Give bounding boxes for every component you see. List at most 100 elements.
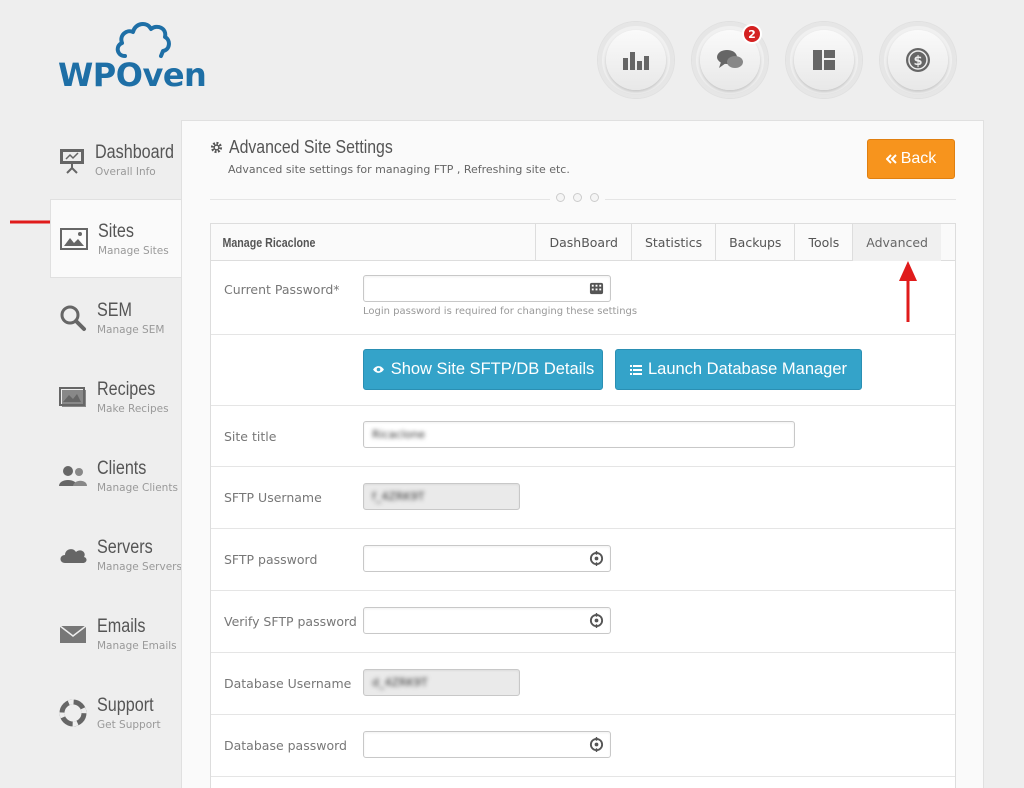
database-username-label: Database Username	[224, 676, 352, 691]
sftp-username-input[interactable]: f_4ZRK9T	[363, 483, 520, 510]
back-button[interactable]: Back	[867, 139, 955, 179]
current-password-label: Current Password*	[224, 282, 340, 297]
sidebar-item-label: Recipes	[97, 378, 156, 400]
sidebar-item-label: Clients	[97, 457, 147, 479]
list-icon	[629, 364, 642, 375]
site-title-input[interactable]: Ricaclone	[363, 421, 795, 448]
lifebuoy-icon	[59, 699, 87, 726]
billing-button[interactable]: $	[880, 22, 956, 98]
site-title-label: Site title	[224, 429, 277, 444]
section-divider	[210, 193, 956, 202]
page-title: Advanced Site Settings	[229, 137, 393, 157]
sidebar-item-label: Support	[97, 694, 154, 716]
chef-hat-cloud-icon	[115, 22, 171, 58]
envelope-icon	[59, 624, 87, 643]
divider-dot	[573, 193, 582, 202]
sidebar-item-sublabel: Manage Sites	[98, 244, 169, 257]
sidebar-item-sem[interactable]: SEM Manage SEM	[50, 278, 182, 357]
sftp-username-value: f_4ZRK9T	[372, 490, 425, 503]
manage-site-label: Manage Ricaclone	[222, 234, 316, 250]
sftp-password-label: SFTP password	[224, 552, 318, 567]
sidebar-item-emails[interactable]: Emails Manage Emails	[50, 594, 182, 673]
sidebar-item-sublabel: Manage SEM	[97, 323, 165, 336]
sidebar-item-dashboard[interactable]: Dashboard Overall Info	[50, 120, 182, 199]
database-username-input[interactable]: d_4ZRK9T	[363, 669, 520, 696]
page-subtitle: Advanced site settings for managing FTP …	[228, 163, 570, 176]
sidebar-item-label: Emails	[97, 615, 146, 637]
sidebar-item-sublabel: Make Recipes	[97, 402, 169, 415]
sidebar-item-label: Sites	[98, 220, 134, 242]
layout-icon	[813, 50, 835, 70]
site-title-value: Ricaclone	[372, 428, 426, 441]
tab-dashboard[interactable]: DashBoard	[535, 224, 630, 261]
sidebar-item-clients[interactable]: Clients Manage Clients	[50, 436, 182, 515]
layout-button[interactable]	[786, 22, 862, 98]
launch-database-manager-label: Launch Database Manager	[647, 360, 848, 378]
sidebar-nav: Dashboard Overall Info Sites Manage Site…	[50, 120, 182, 752]
site-settings-card: Manage Ricaclone DashBoard Statistics Ba…	[210, 223, 956, 788]
users-icon	[59, 465, 87, 486]
show-sftp-db-details-label: Show Site SFTP/DB Details	[390, 360, 595, 378]
database-password-row: Database password	[211, 715, 955, 777]
presentation-icon	[60, 148, 84, 174]
cloud-icon	[60, 548, 87, 563]
launch-database-manager-button[interactable]: Launch Database Manager	[615, 349, 862, 390]
annotation-arrow-up-icon	[899, 261, 917, 322]
eye-icon	[372, 366, 384, 373]
password-generator-icon[interactable]	[589, 551, 604, 566]
verify-sftp-password-input[interactable]	[363, 607, 611, 634]
sidebar-item-label: SEM	[97, 299, 133, 321]
page-header: Advanced Site Settings Advanced site set…	[210, 137, 570, 176]
password-keypad-icon	[589, 282, 604, 295]
sidebar-item-sublabel: Manage Clients	[97, 481, 178, 494]
sidebar-item-sublabel: Manage Servers	[97, 560, 182, 573]
site-title-row: Site title Ricaclone	[211, 406, 955, 467]
back-button-label: Back	[900, 150, 937, 167]
chat-bubbles-icon	[717, 50, 743, 68]
sidebar-item-sublabel: Manage Emails	[97, 639, 177, 652]
sidebar-item-support[interactable]: Support Get Support	[50, 673, 182, 752]
sidebar-item-recipes[interactable]: Recipes Make Recipes	[50, 357, 182, 436]
gear-icon	[210, 141, 223, 154]
database-username-value: d_4ZRK9T	[372, 676, 428, 689]
show-sftp-db-details-button[interactable]: Show Site SFTP/DB Details	[363, 349, 603, 390]
verify-sftp-password-label: Verify SFTP password	[224, 614, 357, 629]
action-buttons-row: Show Site SFTP/DB Details Launch Databas…	[211, 335, 955, 406]
tab-statistics[interactable]: Statistics	[630, 224, 715, 261]
main-panel: Advanced Site Settings Advanced site set…	[181, 120, 984, 788]
sftp-username-row: SFTP Username f_4ZRK9T	[211, 467, 955, 529]
dollar-coin-icon: $	[906, 48, 930, 72]
current-password-input[interactable]	[363, 275, 611, 302]
database-password-label: Database password	[224, 738, 347, 753]
tab-advanced[interactable]: Advanced	[852, 224, 941, 261]
password-generator-icon[interactable]	[589, 613, 604, 628]
tab-backups[interactable]: Backups	[715, 224, 794, 261]
database-username-row: Database Username d_4ZRK9T	[211, 653, 955, 715]
sidebar-item-servers[interactable]: Servers Manage Servers	[50, 515, 182, 594]
sftp-password-input[interactable]	[363, 545, 611, 572]
stats-button[interactable]	[598, 22, 674, 98]
divider-dot	[556, 193, 565, 202]
image-icon	[60, 227, 88, 250]
wpoven-logo[interactable]: WPOven	[58, 18, 218, 94]
sidebar-item-sites[interactable]: Sites Manage Sites	[50, 199, 181, 278]
site-tabs: DashBoard Statistics Backups Tools Advan…	[535, 224, 941, 261]
database-password-input[interactable]	[363, 731, 611, 758]
svg-text:$: $	[913, 54, 922, 69]
tab-tools[interactable]: Tools	[794, 224, 852, 261]
current-password-row: Current Password* Login password is requ…	[211, 261, 955, 335]
sidebar-item-sublabel: Get Support	[97, 718, 161, 731]
brand-name: WPOven	[58, 56, 207, 94]
messages-button[interactable]: 2	[692, 22, 768, 98]
verify-sftp-password-row: Verify SFTP password	[211, 591, 955, 653]
top-nav-icons: 2 $	[598, 22, 956, 98]
sidebar-item-label: Dashboard	[95, 141, 175, 163]
double-chevron-left-icon	[885, 154, 897, 164]
chart-icon	[623, 52, 649, 70]
sftp-username-label: SFTP Username	[224, 490, 322, 505]
messages-badge: 2	[742, 24, 762, 44]
sidebar-item-sublabel: Overall Info	[95, 165, 156, 178]
sidebar-item-label: Servers	[97, 536, 153, 558]
magnifier-icon	[60, 305, 86, 331]
password-generator-icon[interactable]	[589, 737, 604, 752]
